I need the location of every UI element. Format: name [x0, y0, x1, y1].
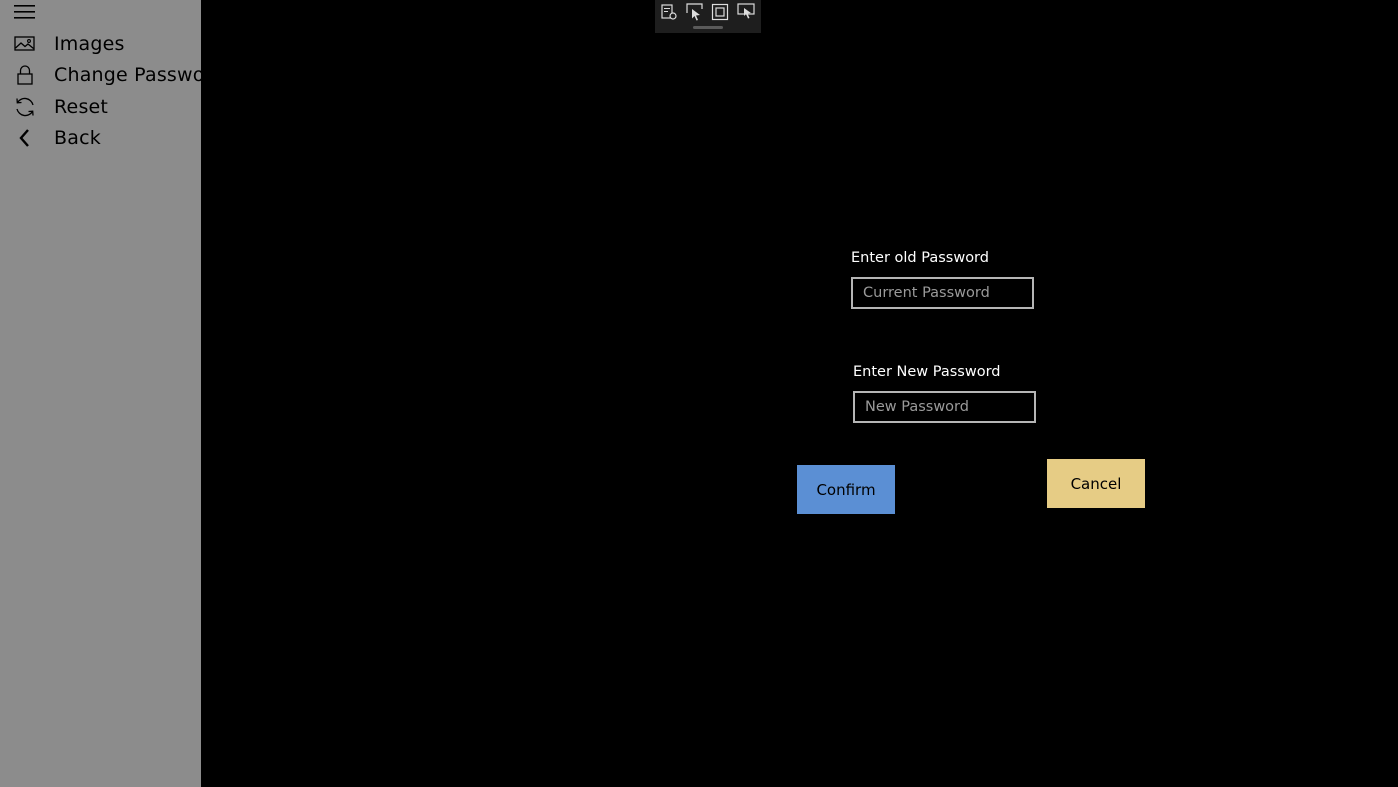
- chevron-left-icon: [12, 125, 38, 151]
- hamburger-menu-button[interactable]: [10, 0, 40, 24]
- sidebar-item-change-password[interactable]: Change Password: [0, 59, 201, 90]
- sidebar: Images Change Password Reset: [0, 0, 201, 787]
- inspect-properties-button[interactable]: [659, 2, 679, 22]
- new-password-field[interactable]: [853, 391, 1036, 423]
- sidebar-item-label: Back: [54, 126, 101, 149]
- track-focus-button[interactable]: [736, 2, 756, 22]
- old-password-field[interactable]: [851, 277, 1034, 309]
- select-element-icon: [686, 3, 703, 21]
- inspect-properties-icon: [661, 4, 677, 20]
- layout-bounds-button[interactable]: [710, 2, 730, 22]
- image-icon: [12, 31, 38, 57]
- sidebar-item-reset[interactable]: Reset: [0, 91, 201, 122]
- sidebar-item-label: Images: [54, 32, 125, 55]
- lock-icon: [12, 62, 38, 88]
- sidebar-item-images[interactable]: Images: [0, 28, 201, 59]
- track-focus-icon: [737, 3, 755, 19]
- confirm-button[interactable]: Confirm: [797, 465, 895, 514]
- hamburger-icon: [14, 5, 35, 19]
- sidebar-item-label: Change Password: [54, 63, 201, 86]
- old-password-label: Enter old Password: [851, 250, 989, 266]
- app-window: Images Change Password Reset: [0, 0, 1398, 787]
- sidebar-item-back[interactable]: Back: [0, 122, 201, 153]
- sidebar-item-label: Reset: [54, 95, 109, 118]
- new-password-label: Enter New Password: [853, 364, 1001, 380]
- debug-toolbar: [655, 0, 761, 33]
- select-element-button[interactable]: [685, 2, 705, 22]
- refresh-icon: [12, 94, 38, 120]
- layout-bounds-icon: [711, 3, 729, 21]
- toolbar-drag-handle[interactable]: [693, 26, 723, 29]
- cancel-button[interactable]: Cancel: [1047, 459, 1145, 508]
